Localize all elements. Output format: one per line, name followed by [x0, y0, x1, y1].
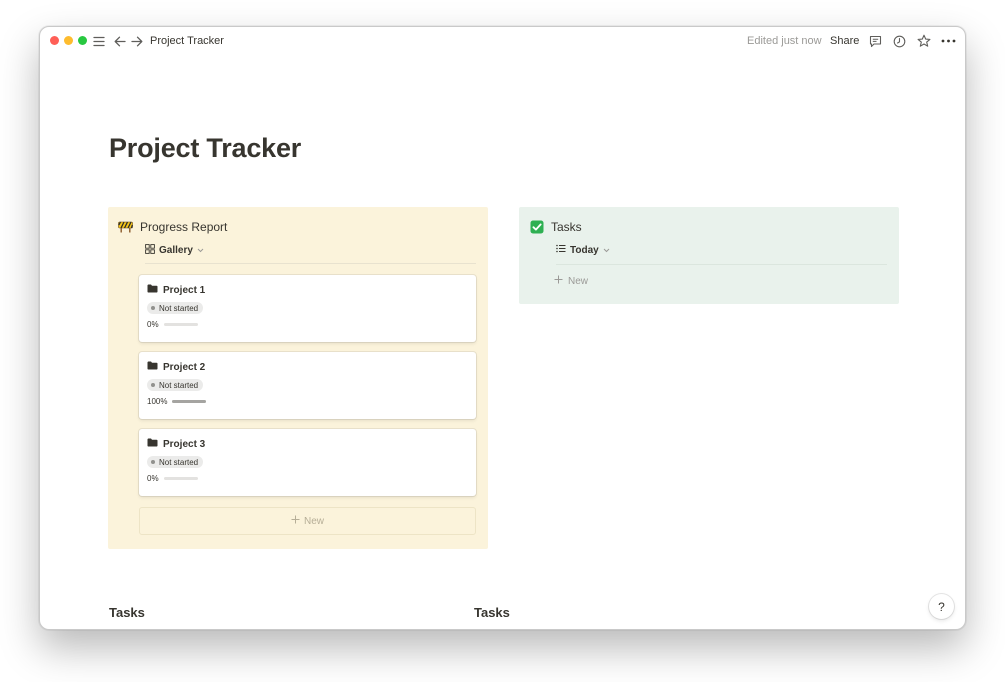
- progress-report-header: Progress Report: [118, 219, 227, 234]
- sidebar-menu-icon[interactable]: [92, 32, 106, 50]
- table-header-edge: [474, 629, 900, 630]
- share-button[interactable]: Share: [830, 34, 859, 48]
- card-title-row: Project 3: [147, 438, 205, 450]
- status-badge: Not started: [147, 456, 204, 468]
- chevron-down-icon: [603, 245, 610, 256]
- new-task-button[interactable]: New: [554, 275, 588, 287]
- progress-label: 100%: [147, 397, 168, 406]
- progress-bar: [172, 400, 207, 403]
- status-text: Not started: [159, 380, 199, 390]
- progress-bar: [163, 323, 198, 326]
- more-icon[interactable]: [939, 32, 957, 50]
- tasks-callout-header: Tasks: [529, 219, 582, 234]
- back-arrow-icon[interactable]: [113, 32, 127, 50]
- status-badge: Not started: [147, 379, 204, 391]
- gallery-card[interactable]: Project 2 Not started 100%: [139, 352, 476, 419]
- gallery-grid-icon: [145, 244, 155, 257]
- view-tab-gallery[interactable]: Gallery: [145, 244, 204, 257]
- tasks-callout-title[interactable]: Tasks: [551, 220, 582, 234]
- gallery-card[interactable]: Project 3 Not started 0%: [139, 429, 476, 496]
- construction-sign-icon[interactable]: [118, 219, 133, 234]
- progress-row: 0%: [147, 320, 198, 329]
- progress-label: 0%: [147, 320, 159, 329]
- progress-report-title[interactable]: Progress Report: [140, 220, 227, 234]
- view-divider: [556, 264, 887, 265]
- new-card-button[interactable]: New: [139, 507, 476, 535]
- breadcrumb[interactable]: Project Tracker: [150, 34, 224, 48]
- app-window: Project Tracker Edited just now Share Pr…: [39, 26, 966, 630]
- folder-icon: [147, 438, 158, 450]
- card-title: Project 3: [163, 438, 206, 450]
- gallery-card[interactable]: Project 1 Not started 0%: [139, 275, 476, 342]
- tasks-heading-right[interactable]: Tasks: [474, 605, 510, 620]
- new-task-label: New: [568, 275, 589, 287]
- status-text: Not started: [159, 303, 199, 313]
- progress-label: 0%: [147, 474, 159, 483]
- view-tab-label: Today: [570, 244, 599, 256]
- status-dot: [151, 306, 155, 310]
- view-tab-today[interactable]: Today: [556, 244, 610, 256]
- zoom-window-button[interactable]: [78, 36, 87, 45]
- progress-report-callout: Progress Report Gallery Project 1 Not st…: [108, 207, 488, 549]
- plus-icon: [291, 515, 300, 527]
- checkmark-box-icon[interactable]: [529, 219, 544, 234]
- tasks-callout: Tasks Today New: [519, 207, 899, 304]
- list-icon: [556, 244, 566, 256]
- comment-icon[interactable]: [867, 32, 883, 50]
- tasks-heading-left[interactable]: Tasks: [109, 605, 145, 620]
- progress-row: 0%: [147, 474, 198, 483]
- plus-icon: [554, 275, 563, 287]
- status-dot: [151, 383, 155, 387]
- chevron-down-icon: [197, 245, 204, 256]
- forward-arrow-icon[interactable]: [130, 32, 144, 50]
- history-clock-icon[interactable]: [891, 32, 907, 50]
- card-title-row: Project 1: [147, 284, 205, 296]
- minimize-window-button[interactable]: [64, 36, 73, 45]
- close-window-button[interactable]: [50, 36, 59, 45]
- page-title[interactable]: Project Tracker: [109, 133, 301, 164]
- status-dot: [151, 460, 155, 464]
- progress-fill: [172, 400, 207, 403]
- status-badge: Not started: [147, 302, 204, 314]
- edited-status: Edited just now: [747, 35, 822, 47]
- progress-bar: [163, 477, 198, 480]
- star-icon[interactable]: [916, 32, 932, 50]
- status-text: Not started: [159, 457, 199, 467]
- card-title: Project 2: [163, 361, 206, 373]
- new-card-label: New: [303, 515, 324, 527]
- help-button[interactable]: ?: [929, 594, 954, 619]
- view-tab-label: Gallery: [159, 245, 193, 256]
- card-title-row: Project 2: [147, 361, 205, 373]
- folder-icon: [147, 284, 158, 296]
- view-divider: [145, 263, 476, 264]
- card-title: Project 1: [163, 284, 206, 296]
- folder-icon: [147, 361, 158, 373]
- progress-row: 100%: [147, 397, 207, 406]
- top-bar: Project Tracker Edited just now Share: [40, 27, 965, 55]
